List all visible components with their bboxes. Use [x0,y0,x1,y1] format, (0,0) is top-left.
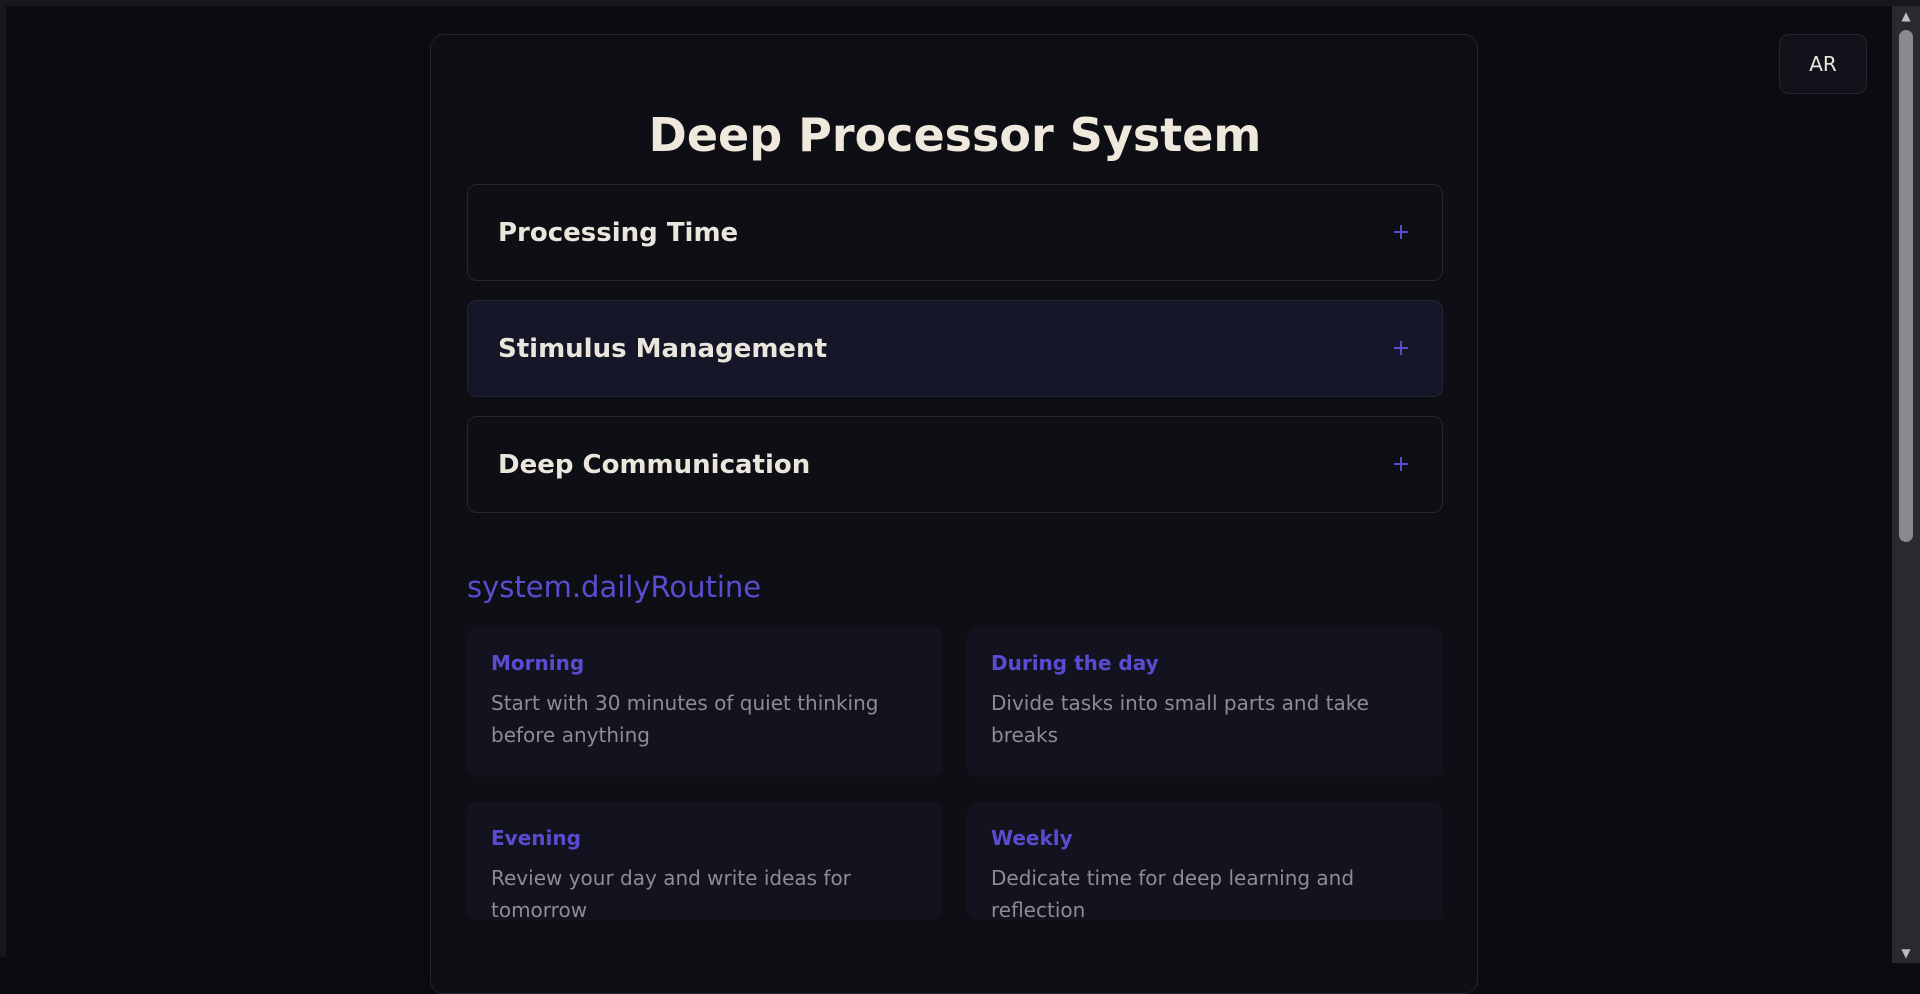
main-card: Deep Processor System Processing Time St… [430,34,1478,994]
vertical-scrollbar[interactable]: ▲ ▼ [1892,6,1920,963]
routine-title: Weekly [991,826,1073,850]
plus-icon[interactable] [1390,453,1412,475]
scroll-thumb[interactable] [1899,30,1913,542]
accordion-stimulus-management[interactable]: Stimulus Management [467,300,1443,397]
routine-title: Evening [491,826,581,850]
scroll-up-arrow-icon[interactable]: ▲ [1892,6,1920,26]
page-viewport: Deep Processor System Processing Time St… [0,0,1920,994]
plus-icon[interactable] [1390,221,1412,243]
routine-title: Morning [491,651,585,675]
plus-icon[interactable] [1390,337,1412,359]
daily-routine-heading: system.dailyRoutine [467,570,762,604]
accordion-processing-time[interactable]: Processing Time [467,184,1443,281]
accordion-label: Stimulus Management [498,334,827,364]
routine-card-morning: Morning Start with 30 minutes of quiet t… [467,627,943,777]
page-title: Deep Processor System [648,108,1262,162]
routine-card-during-the-day: During the day Divide tasks into small p… [967,627,1443,777]
routine-card-weekly: Weekly Dedicate time for deep learning a… [967,802,1443,922]
routine-text: Divide tasks into small parts and take b… [991,691,1369,747]
routine-title: During the day [991,651,1159,675]
scroll-down-arrow-icon[interactable]: ▼ [1892,943,1920,963]
routine-text: Start with 30 minutes of quiet thinking … [491,691,879,747]
language-toggle-button[interactable]: AR [1779,34,1867,94]
routine-card-evening: Evening Review your day and write ideas … [467,802,943,922]
accordion-label: Processing Time [498,218,739,248]
accordion-deep-communication[interactable]: Deep Communication [467,416,1443,513]
routine-text: Review your day and write ideas for tomo… [491,866,851,922]
accordion-label: Deep Communication [498,450,811,480]
routine-text: Dedicate time for deep learning and refl… [991,866,1355,922]
